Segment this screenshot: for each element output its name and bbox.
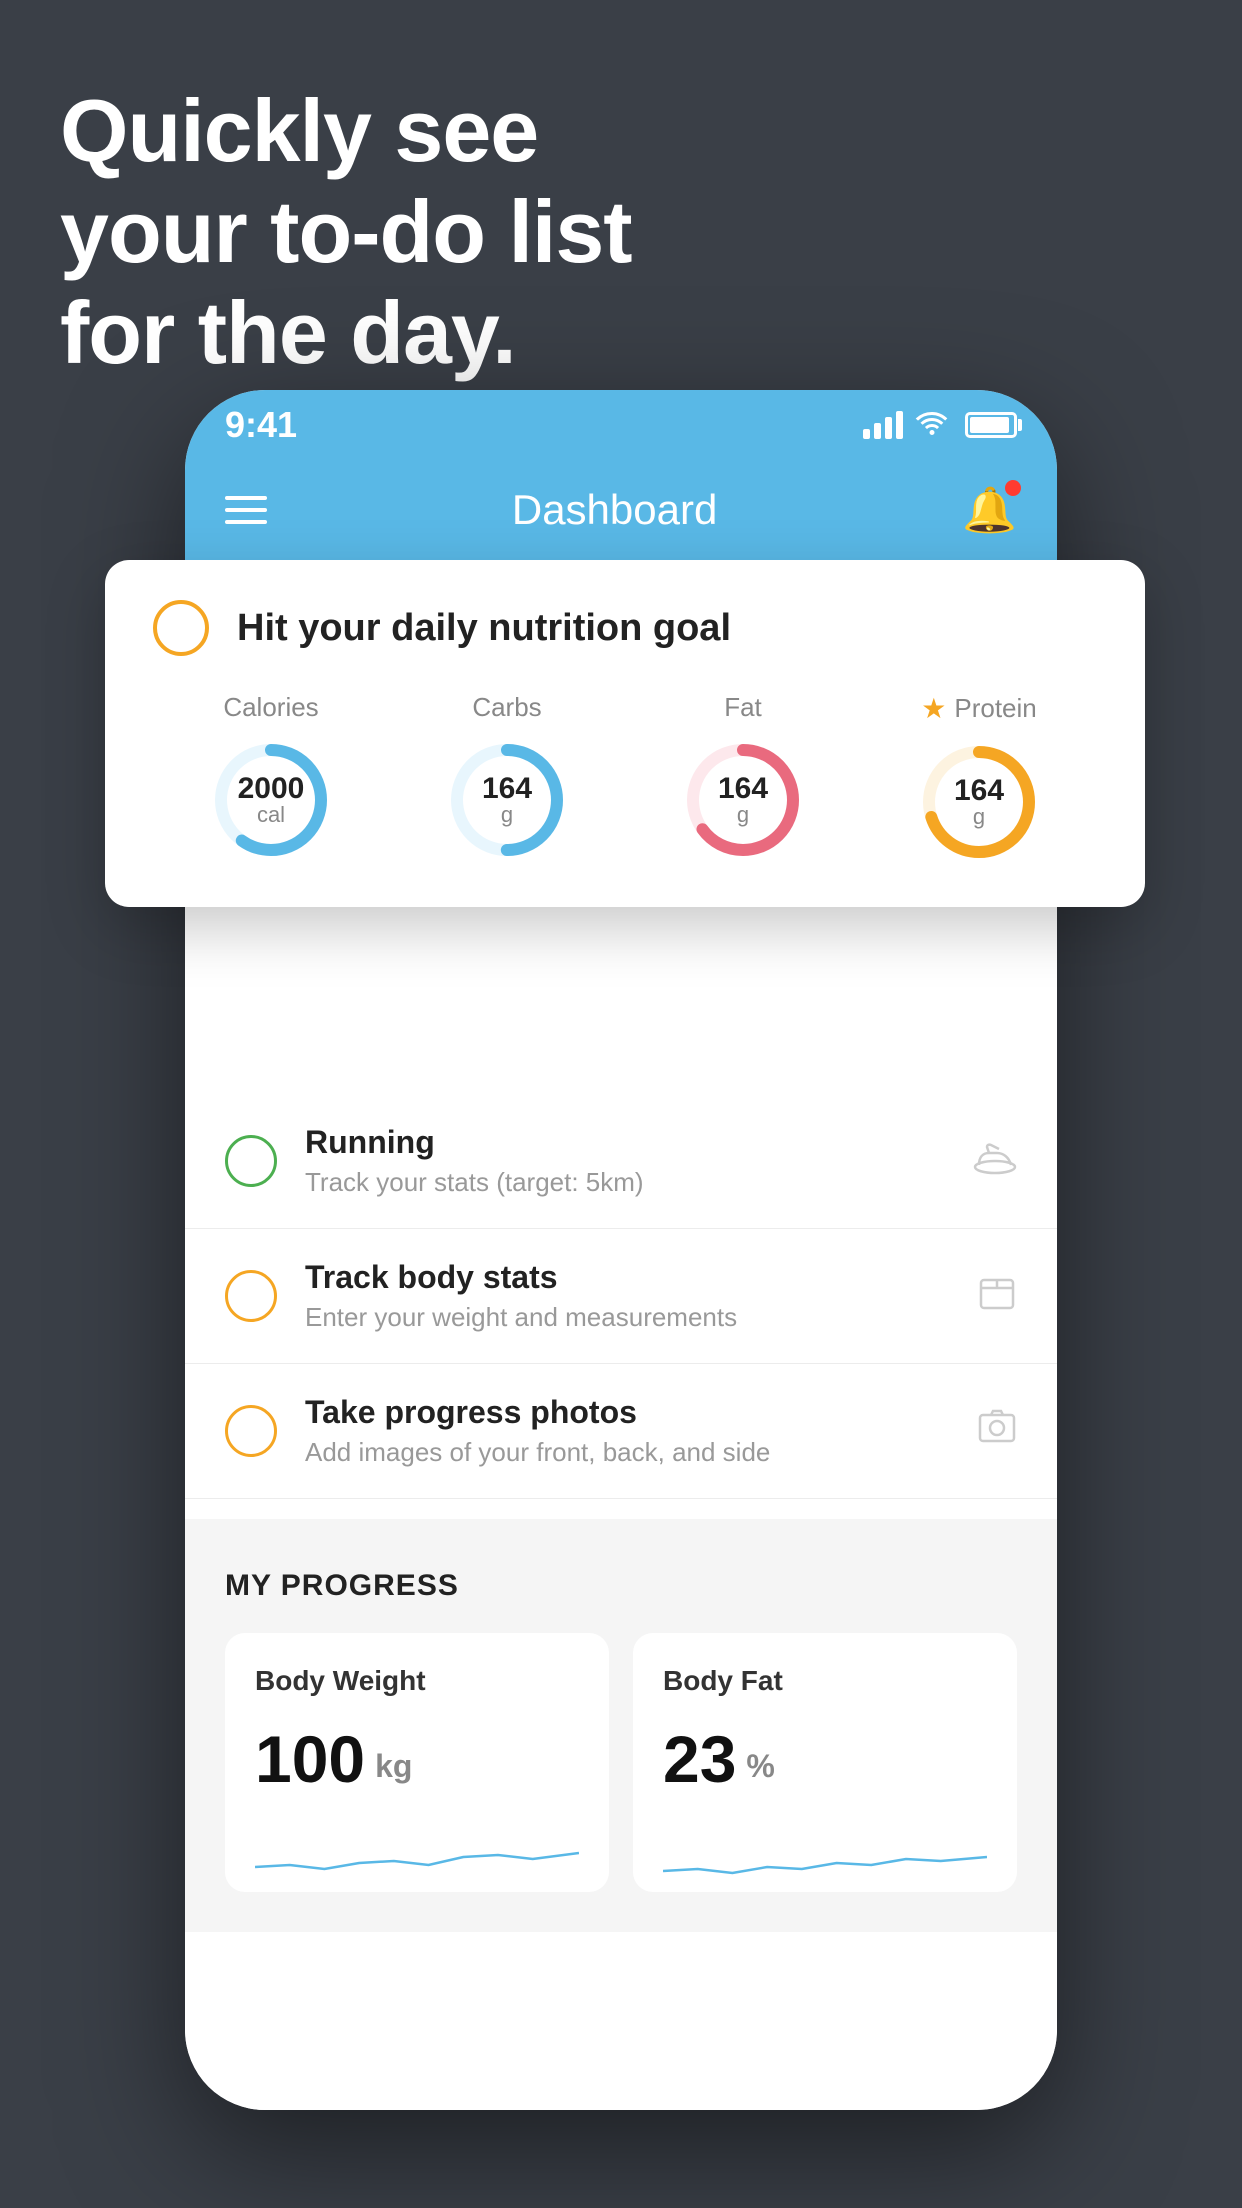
todo-subtitle-progress-photos: Add images of your front, back, and side — [305, 1437, 949, 1468]
todo-item-running[interactable]: Running Track your stats (target: 5km) — [185, 1094, 1057, 1229]
fat-donut: 164 g — [678, 735, 808, 865]
wifi-icon — [915, 408, 949, 443]
protein-value: 164 — [954, 776, 1004, 806]
protein-stat: ★ Protein 164 g — [914, 692, 1044, 867]
scale-icon — [977, 1272, 1017, 1321]
body-weight-card: Body Weight 100 kg — [225, 1633, 609, 1892]
protein-label: ★ Protein — [921, 692, 1037, 725]
carbs-value: 164 — [482, 774, 532, 804]
todo-text-track-body-stats: Track body stats Enter your weight and m… — [305, 1259, 949, 1333]
notification-dot — [1005, 480, 1021, 496]
calories-unit: cal — [238, 804, 305, 826]
fat-label: Fat — [724, 692, 762, 723]
fat-stat: Fat 164 g — [678, 692, 808, 865]
todo-circle-progress-photos — [225, 1405, 277, 1457]
todo-circle-running — [225, 1135, 277, 1187]
todo-circle-track-body-stats — [225, 1270, 277, 1322]
fat-unit: g — [718, 804, 768, 826]
body-weight-value: 100 kg — [255, 1721, 579, 1797]
calories-value: 2000 — [238, 774, 305, 804]
body-weight-unit: kg — [375, 1748, 412, 1785]
battery-icon — [965, 412, 1017, 438]
todo-item-track-body-stats[interactable]: Track body stats Enter your weight and m… — [185, 1229, 1057, 1364]
todo-subtitle-running: Track your stats (target: 5km) — [305, 1167, 945, 1198]
carbs-donut: 164 g — [442, 735, 572, 865]
protein-donut-center: 164 g — [954, 776, 1004, 828]
carbs-label: Carbs — [472, 692, 541, 723]
status-icons — [863, 408, 1017, 443]
todo-title-progress-photos: Take progress photos — [305, 1394, 949, 1431]
calories-donut-center: 2000 cal — [238, 774, 305, 826]
calories-label: Calories — [223, 692, 318, 723]
nutrition-stats: Calories 2000 cal Carbs — [153, 692, 1097, 867]
todo-title-running: Running — [305, 1124, 945, 1161]
app-title: Dashboard — [512, 486, 717, 534]
nutrition-card-header: Hit your daily nutrition goal — [153, 600, 1097, 656]
protein-unit: g — [954, 806, 1004, 828]
todo-text-running: Running Track your stats (target: 5km) — [305, 1124, 945, 1198]
body-fat-chart — [663, 1827, 987, 1887]
todo-title-track-body-stats: Track body stats — [305, 1259, 949, 1296]
bell-icon[interactable]: 🔔 — [962, 484, 1017, 536]
app-header: Dashboard 🔔 — [185, 460, 1057, 560]
body-weight-chart — [255, 1827, 579, 1887]
carbs-unit: g — [482, 804, 532, 826]
todo-subtitle-track-body-stats: Enter your weight and measurements — [305, 1302, 949, 1333]
nutrition-card-title: Hit your daily nutrition goal — [237, 607, 731, 650]
signal-icon — [863, 411, 903, 439]
body-fat-card: Body Fat 23 % — [633, 1633, 1017, 1892]
hamburger-menu-button[interactable] — [225, 496, 267, 524]
my-progress-title: MY PROGRESS — [225, 1569, 1017, 1603]
calories-donut: 2000 cal — [206, 735, 336, 865]
body-fat-unit: % — [746, 1748, 774, 1785]
fat-donut-center: 164 g — [718, 774, 768, 826]
fat-value: 164 — [718, 774, 768, 804]
shoe-icon — [973, 1139, 1017, 1184]
calories-stat: Calories 2000 cal — [206, 692, 336, 865]
body-fat-value: 23 % — [663, 1721, 987, 1797]
status-time: 9:41 — [225, 404, 297, 446]
hero-headline: Quickly see your to-do list for the day. — [60, 80, 632, 384]
body-fat-label: Body Fat — [663, 1665, 987, 1697]
todo-item-progress-photos[interactable]: Take progress photos Add images of your … — [185, 1364, 1057, 1499]
status-bar: 9:41 — [185, 390, 1057, 460]
nutrition-circle-check-icon — [153, 600, 209, 656]
carbs-stat: Carbs 164 g — [442, 692, 572, 865]
body-weight-label: Body Weight — [255, 1665, 579, 1697]
todo-text-progress-photos: Take progress photos Add images of your … — [305, 1394, 949, 1468]
protein-donut: 164 g — [914, 737, 1044, 867]
carbs-donut-center: 164 g — [482, 774, 532, 826]
photo-icon — [977, 1407, 1017, 1456]
progress-cards: Body Weight 100 kg Body Fat 23 % — [225, 1633, 1017, 1892]
nutrition-card: Hit your daily nutrition goal Calories 2… — [105, 560, 1145, 907]
todo-list: Running Track your stats (target: 5km) T… — [185, 1094, 1057, 1499]
my-progress-section: MY PROGRESS Body Weight 100 kg Body Fat — [185, 1519, 1057, 1932]
star-icon: ★ — [921, 692, 946, 725]
